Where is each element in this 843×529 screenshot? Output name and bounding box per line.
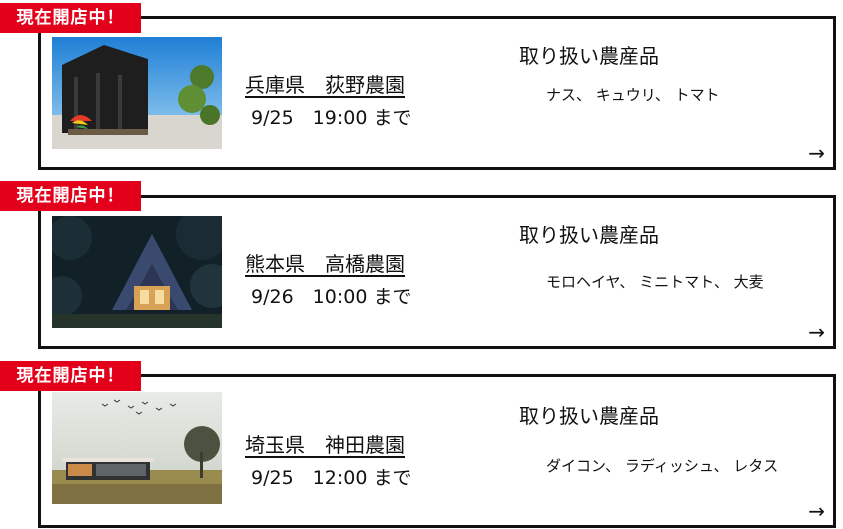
produce-heading: 取り扱い農産品 (519, 404, 659, 428)
farm-card-hyogo[interactable]: 兵庫県 荻野農園 9/25 19:00 まで 取り扱い農産品 ナス、 キュウリ、… (38, 16, 836, 170)
farm-name-link[interactable]: 熊本県 高橋農園 (245, 248, 405, 277)
arrow-right-icon[interactable]: → (808, 501, 825, 521)
farm-name-link[interactable]: 埼玉県 神田農園 (245, 429, 405, 458)
produce-list: モロヘイヤ、 ミニトマト、 大麦 (546, 273, 764, 291)
farm-photo (52, 392, 222, 504)
farm-card-kumamoto[interactable]: 熊本県 高橋農園 9/26 10:00 まで 取り扱い農産品 モロヘイヤ、 ミニ… (38, 195, 836, 349)
farm-name-link[interactable]: 兵庫県 荻野農園 (245, 69, 405, 98)
deadline-text: 9/25 19:00 まで (251, 107, 412, 129)
produce-list: ナス、 キュウリ、 トマト (546, 86, 720, 104)
deadline-text: 9/26 10:00 まで (251, 286, 412, 308)
open-now-badge: 現在開店中！ (0, 361, 141, 391)
farm-photo (52, 216, 222, 328)
farm-photo (52, 37, 222, 149)
open-now-badge: 現在開店中！ (0, 3, 141, 33)
produce-heading: 取り扱い農産品 (519, 223, 659, 247)
produce-heading: 取り扱い農産品 (519, 44, 659, 68)
deadline-text: 9/25 12:00 まで (251, 467, 412, 489)
arrow-right-icon[interactable]: → (808, 322, 825, 342)
arrow-right-icon[interactable]: → (808, 143, 825, 163)
produce-list: ダイコン、 ラディッシュ、 レタス (546, 457, 779, 475)
farm-card-saitama[interactable]: 埼玉県 神田農園 9/25 12:00 まで 取り扱い農産品 ダイコン、 ラディ… (38, 374, 836, 528)
open-now-badge: 現在開店中！ (0, 181, 141, 211)
